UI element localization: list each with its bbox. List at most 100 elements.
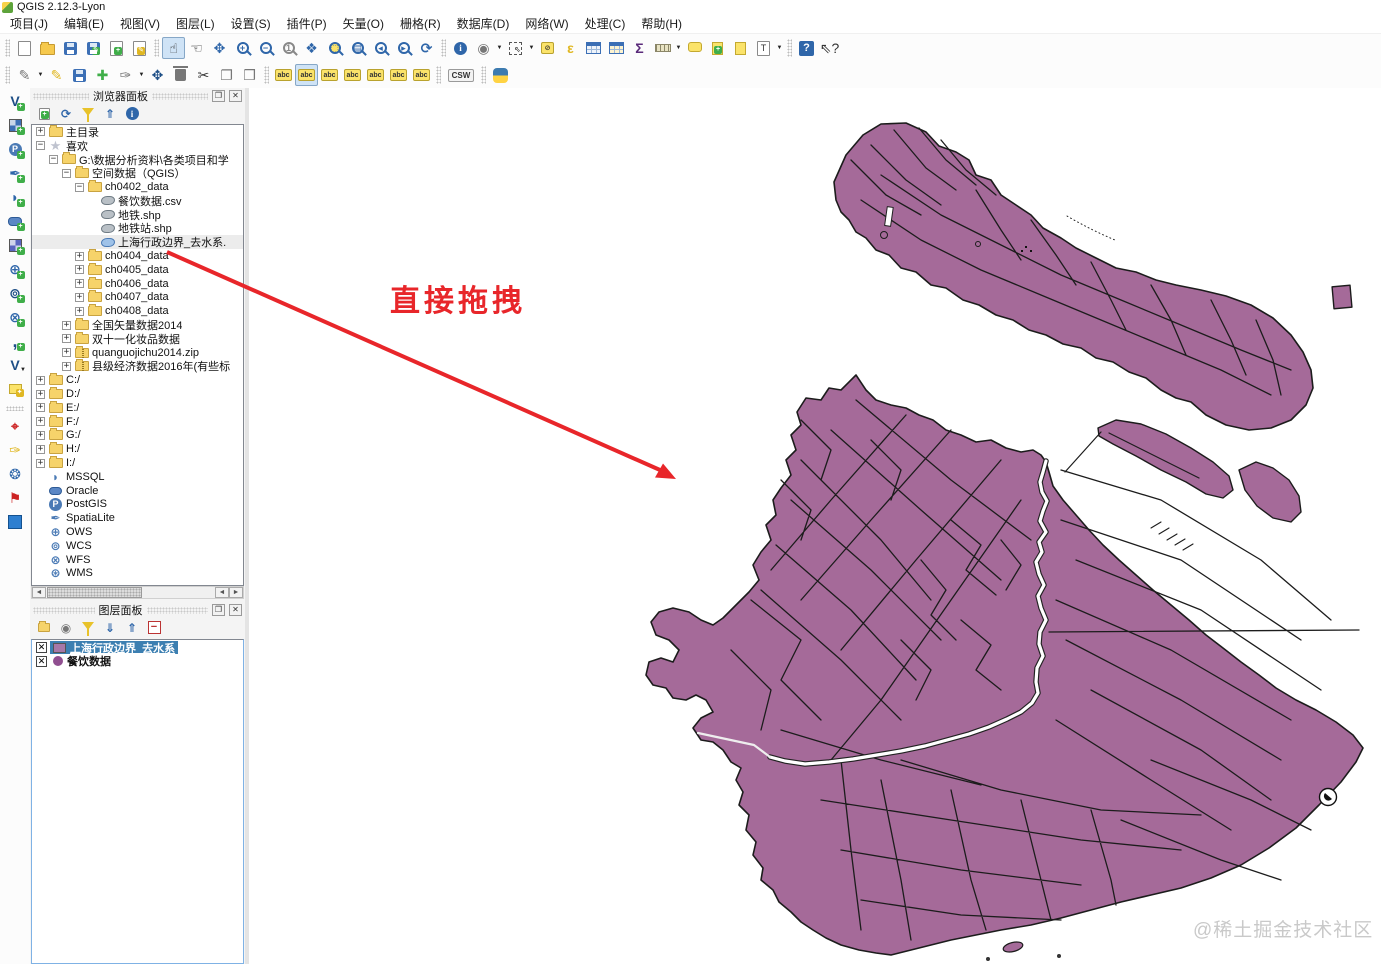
- tree-item-spatialite[interactable]: ✒SpatiaLite: [32, 511, 243, 525]
- add-wcs-layer-button[interactable]: ⊚+: [4, 282, 27, 304]
- save-project-button[interactable]: [59, 37, 82, 59]
- topology-checker-button[interactable]: ⚑: [4, 487, 27, 509]
- properties-button[interactable]: i: [124, 106, 140, 122]
- composer-manager-button[interactable]: ✎: [128, 37, 151, 59]
- zoom-last-button[interactable]: ◂: [369, 37, 392, 59]
- tree-item-drive[interactable]: +G:/: [32, 429, 243, 443]
- filter-browser-button[interactable]: [80, 106, 96, 122]
- panel-close-button[interactable]: ✕: [229, 604, 242, 616]
- open-project-button[interactable]: [36, 37, 59, 59]
- tree-item-ows[interactable]: ⊕OWS: [32, 525, 243, 539]
- statistics-button[interactable]: Σ: [628, 37, 651, 59]
- toolbar-grip[interactable]: [5, 66, 10, 84]
- layer-visibility-checkbox[interactable]: ✕: [36, 642, 47, 653]
- new-bookmark-button[interactable]: +: [706, 37, 729, 59]
- menu-plugins[interactable]: 插件(P): [279, 13, 335, 34]
- save-project-as-button[interactable]: ✎: [82, 37, 105, 59]
- toolbar-grip[interactable]: [264, 66, 269, 84]
- add-delimited-text-button[interactable]: ,+: [4, 330, 27, 352]
- map-tips-button[interactable]: [683, 37, 706, 59]
- scroll-left-button[interactable]: ◄: [215, 587, 229, 598]
- remove-layer-button[interactable]: −: [146, 620, 162, 636]
- dropdown-caret-icon[interactable]: ▼: [674, 45, 683, 51]
- tree-item-wfs[interactable]: ⊗WFS: [32, 553, 243, 567]
- tree-item[interactable]: +双十一化妆品数据: [32, 332, 243, 346]
- tree-item[interactable]: +ch0405_data: [32, 263, 243, 277]
- add-group-button[interactable]: [36, 620, 52, 636]
- paste-features-button[interactable]: ❒: [238, 64, 261, 86]
- select-features-button[interactable]: ⇖: [504, 37, 527, 59]
- new-composer-button[interactable]: +: [105, 37, 128, 59]
- scroll-right-button[interactable]: ►: [229, 587, 243, 598]
- tree-item[interactable]: +县级经济数据2016年(有些标: [32, 360, 243, 374]
- expand-all-button[interactable]: ⇓: [102, 620, 118, 636]
- toolbar-grip[interactable]: [5, 39, 10, 57]
- save-layer-edits-button[interactable]: [68, 64, 91, 86]
- menu-vector[interactable]: 矢量(O): [335, 13, 392, 34]
- zoom-next-button[interactable]: ▸: [392, 37, 415, 59]
- zoom-to-selection-button[interactable]: ⬚: [323, 37, 346, 59]
- tree-item[interactable]: +ch0406_data: [32, 277, 243, 291]
- tree-item-wcs[interactable]: ⊚WCS: [32, 539, 243, 553]
- move-feature-button[interactable]: ✥: [146, 64, 169, 86]
- field-calculator-button[interactable]: [605, 37, 628, 59]
- collapse-all-layers-button[interactable]: ⇑: [124, 620, 140, 636]
- toolbar-grip[interactable]: [441, 39, 446, 57]
- zoom-native-button[interactable]: 1: [277, 37, 300, 59]
- dropdown-caret-icon[interactable]: ▼: [36, 72, 45, 78]
- toggle-editing-button[interactable]: ✎: [45, 64, 68, 86]
- add-wms-layer-button[interactable]: ⊕+: [4, 258, 27, 280]
- menu-web[interactable]: 网络(W): [517, 13, 576, 34]
- text-annotation-button[interactable]: T: [752, 37, 775, 59]
- tree-item-drive[interactable]: +H:/: [32, 442, 243, 456]
- georeferencer-button[interactable]: [4, 511, 27, 533]
- zoom-full-button[interactable]: ❖: [300, 37, 323, 59]
- current-edits-button[interactable]: ✎: [13, 64, 36, 86]
- select-by-expression-button[interactable]: ε: [559, 37, 582, 59]
- add-spatialite-layer-button[interactable]: ✒+: [4, 162, 27, 184]
- add-vector-layer-button[interactable]: V+: [4, 90, 27, 112]
- evis-button[interactable]: ✦: [4, 378, 27, 400]
- offset-plugin-button[interactable]: ❂: [4, 463, 27, 485]
- layer-entry[interactable]: 餐饮数据: [50, 655, 114, 668]
- menu-project[interactable]: 项目(J): [2, 13, 56, 34]
- menu-database[interactable]: 数据库(D): [449, 13, 518, 34]
- menu-settings[interactable]: 设置(S): [223, 13, 279, 34]
- menu-view[interactable]: 视图(V): [112, 13, 168, 34]
- change-label-button[interactable]: abc: [410, 64, 433, 86]
- deselect-features-button[interactable]: ⊘: [536, 37, 559, 59]
- layer-row-restaurants[interactable]: ✕ 餐饮数据: [32, 655, 243, 669]
- tree-item[interactable]: +ch0407_data: [32, 291, 243, 305]
- menu-help[interactable]: 帮助(H): [633, 13, 690, 34]
- zoom-out-button[interactable]: −: [254, 37, 277, 59]
- refresh-map-button[interactable]: ⟳: [415, 37, 438, 59]
- menu-edit[interactable]: 编辑(E): [56, 13, 112, 34]
- new-shapefile-layer-button[interactable]: V▼: [4, 354, 27, 376]
- node-tool-button[interactable]: ✑: [114, 64, 137, 86]
- toolbar-grip[interactable]: [154, 39, 159, 57]
- tree-item-postgis[interactable]: PPostGIS: [32, 498, 243, 512]
- open-attribute-table-button[interactable]: [582, 37, 605, 59]
- panel-close-button[interactable]: ✕: [229, 90, 242, 102]
- add-feature-button[interactable]: ✚: [91, 64, 114, 86]
- filter-legend-button[interactable]: [80, 620, 96, 636]
- measure-button[interactable]: [651, 37, 674, 59]
- zoom-in-button[interactable]: +: [231, 37, 254, 59]
- help-contents-button[interactable]: ?: [795, 37, 818, 59]
- toolbar-grip[interactable]: [481, 66, 486, 84]
- panel-float-button[interactable]: ❐: [212, 604, 225, 616]
- toolbar-grip[interactable]: [787, 39, 792, 57]
- dropdown-caret-icon[interactable]: ▼: [775, 45, 784, 51]
- tree-item-drive[interactable]: +C:/: [32, 373, 243, 387]
- add-oracle-layer-button[interactable]: +: [4, 210, 27, 232]
- copy-features-button[interactable]: ❐: [215, 64, 238, 86]
- csw-client-button[interactable]: CSW: [444, 64, 478, 86]
- dropdown-caret-icon[interactable]: ▼: [527, 45, 536, 51]
- dropdown-caret-icon[interactable]: ▼: [495, 45, 504, 51]
- add-selected-layer-button[interactable]: +: [36, 106, 52, 122]
- tree-item-mssql[interactable]: ◗MSSQL: [32, 470, 243, 484]
- tree-item-drive[interactable]: +F:/: [32, 415, 243, 429]
- panel-float-button[interactable]: ❐: [212, 90, 225, 102]
- map-canvas[interactable]: @稀土掘金技术社区: [249, 88, 1381, 964]
- scrollbar-thumb[interactable]: [47, 587, 142, 598]
